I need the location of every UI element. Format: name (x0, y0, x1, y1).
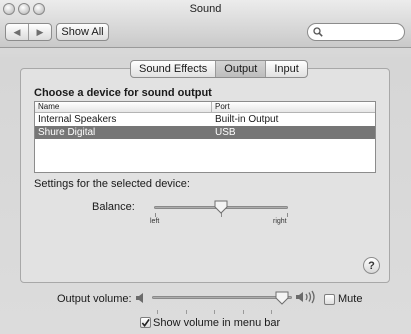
balance-slider-knob[interactable] (214, 200, 228, 214)
balance-tick (155, 213, 156, 217)
mute-label: Mute (338, 293, 363, 305)
tab-sound-effects[interactable]: Sound Effects (131, 61, 217, 77)
column-header-name[interactable]: Name (35, 102, 212, 112)
tab-output[interactable]: Output (216, 61, 267, 77)
titlebar: Sound ◀ ▶ Show All (0, 0, 411, 48)
device-name: Internal Speakers (38, 114, 117, 125)
table-header: Name Port (35, 102, 375, 113)
output-volume-slider-knob[interactable] (275, 291, 289, 305)
help-button[interactable]: ? (363, 257, 380, 274)
speaker-loud-icon (296, 290, 315, 304)
volume-tick (157, 310, 158, 314)
output-volume-slider-track[interactable] (152, 296, 292, 299)
mute-checkbox[interactable] (324, 294, 335, 305)
balance-left-label: left (150, 218, 160, 225)
sound-preferences-window: Sound ◀ ▶ Show All Sound Effects Output … (0, 0, 411, 334)
left-arrow-icon[interactable]: ◀ (6, 24, 29, 40)
device-table: Name Port Internal Speakers Built-in Out… (34, 101, 376, 173)
table-row[interactable]: Shure Digital USB (35, 126, 375, 139)
show-volume-label: Show volume in menu bar (153, 317, 281, 329)
settings-label: Settings for the selected device: (34, 178, 190, 190)
search-icon (313, 27, 323, 37)
section-heading: Choose a device for sound output (34, 87, 212, 99)
window-title: Sound (189, 3, 222, 15)
balance-right-label: right (273, 218, 287, 225)
back-forward-control: ◀ ▶ (5, 23, 52, 41)
table-row[interactable]: Internal Speakers Built-in Output (35, 113, 375, 126)
right-arrow-icon[interactable]: ▶ (29, 24, 51, 40)
volume-tick (271, 310, 272, 314)
search-field[interactable] (307, 23, 405, 41)
tab-bar: Sound Effects Output Input (130, 60, 308, 78)
volume-tick (243, 310, 244, 314)
balance-tick (287, 213, 288, 217)
balance-label: Balance: (92, 201, 135, 213)
device-port: Built-in Output (215, 114, 279, 125)
output-volume-label: Output volume: (57, 293, 132, 305)
device-port: USB (215, 127, 236, 138)
speaker-quiet-icon (136, 293, 143, 303)
column-header-port[interactable]: Port (212, 102, 230, 112)
show-all-button[interactable]: Show All (56, 23, 109, 41)
tab-input[interactable]: Input (266, 61, 306, 77)
checkmark-icon (141, 318, 150, 327)
volume-tick (186, 310, 187, 314)
device-name: Shure Digital (38, 127, 96, 138)
show-volume-checkbox[interactable] (140, 317, 151, 328)
volume-tick (214, 310, 215, 314)
